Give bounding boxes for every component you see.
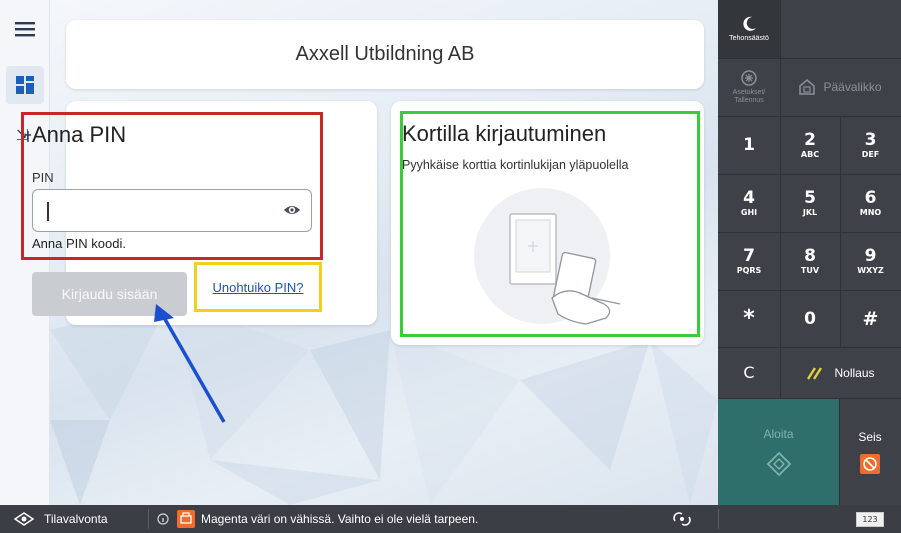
network-link-icon[interactable] [672, 509, 692, 529]
status-message-area[interactable]: Magenta väri on vähissä. Vaihto ei ole v… [157, 505, 478, 533]
settings-label-line2: Tallennus [734, 97, 764, 104]
key-0[interactable]: 0 [780, 290, 840, 347]
settings-storage-button[interactable]: Asetukset/Tallennus [718, 58, 780, 116]
forgot-pin-link[interactable]: Unohtuiko PIN? [212, 280, 303, 295]
key-9[interactable]: 9 WXYZ [840, 232, 901, 290]
tenant-title-card: Axxell Utbildning AB [66, 20, 704, 89]
key-7[interactable]: 7 PQRS [718, 232, 780, 290]
key-star[interactable]: * [718, 290, 780, 347]
pin-hint: Anna PIN koodi. [32, 236, 126, 251]
key-6[interactable]: 6 MNO [840, 174, 901, 232]
energy-saver-label: Tehonsäästö [729, 35, 769, 42]
start-button[interactable]: Aloita [718, 398, 839, 505]
key-8[interactable]: 8 TUV [780, 232, 840, 290]
start-label: Aloita [763, 426, 794, 441]
stop-button[interactable]: Seis [839, 398, 901, 505]
pin-heading: Anna PIN [32, 122, 127, 147]
info-icon [157, 513, 169, 525]
status-bar: Tilavalvonta Magenta väri on vähissä. Va… [0, 505, 901, 533]
device-keypad: Tehonsäästö Asetukset/Tallennus Päävalik… [718, 0, 901, 505]
key-1[interactable]: 1 [718, 116, 780, 174]
pin-field-label: PIN [32, 170, 54, 185]
toner-warning-icon [177, 510, 195, 528]
key-3[interactable]: 3 DEF [840, 116, 901, 174]
menu-icon[interactable] [6, 10, 44, 48]
main-menu-button[interactable]: Päävalikko [780, 58, 901, 116]
key-2[interactable]: 2 ABC [780, 116, 840, 174]
status-message: Magenta väri on vähissä. Vaihto ei ole v… [201, 512, 479, 526]
reset-slash-icon [807, 366, 823, 380]
clear-key[interactable]: C [718, 347, 780, 398]
show-password-icon[interactable] [283, 203, 301, 217]
settings-label-line1: Asetukset/ [732, 89, 766, 96]
key-4[interactable]: 4 GHI [718, 174, 780, 232]
reset-button[interactable]: Nollaus [780, 347, 901, 398]
card-login-instruction: Pyyhkäise korttia kortinlukijan yläpuole… [402, 158, 629, 172]
start-diamond-icon [766, 451, 791, 476]
pin-input[interactable] [32, 189, 312, 232]
main-menu-label: Päävalikko [823, 80, 882, 94]
dashboard-icon[interactable] [6, 66, 44, 104]
stop-label: Seis [858, 429, 882, 444]
status-monitor-button[interactable]: Tilavalvonta [14, 505, 108, 533]
reset-label: Nollaus [834, 365, 875, 380]
energy-saver-button[interactable]: Tehonsäästö [718, 0, 780, 58]
home-icon [799, 79, 816, 95]
settings-icon [741, 70, 757, 86]
stop-icon [860, 453, 880, 474]
card-reader-illustration [474, 188, 621, 325]
status-monitor-icon [14, 512, 34, 526]
status-monitor-label: Tilavalvonta [44, 512, 108, 526]
text-cursor [47, 202, 49, 221]
arrow-pointer [154, 304, 226, 423]
card-login-heading: Kortilla kirjautuminen [402, 121, 607, 146]
key-hash[interactable]: # [840, 290, 901, 347]
tenant-title: Axxell Utbildning AB [295, 43, 475, 65]
key-5[interactable]: 5 JKL [780, 174, 840, 232]
keyboard-toggle-button[interactable]: 123 [856, 512, 884, 527]
moon-icon [743, 16, 756, 31]
